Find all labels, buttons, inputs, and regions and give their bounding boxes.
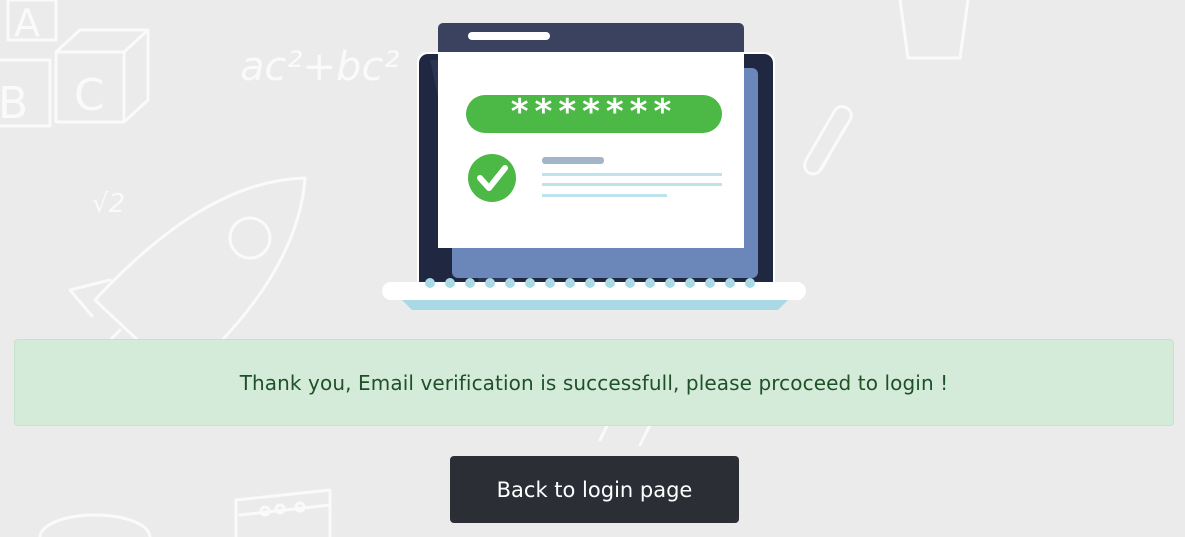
password-mask-text: ******* — [511, 92, 677, 132]
success-message: Thank you, Email verification is success… — [239, 370, 949, 395]
back-to-login-button[interactable]: Back to login page — [450, 456, 739, 523]
sqrt-doodle-icon: √2 — [92, 189, 125, 219]
paperclip-icon — [803, 105, 853, 176]
block-letter-a: A — [14, 1, 40, 45]
abacus-icon — [234, 488, 332, 537]
block-letter-b: B — [0, 78, 28, 129]
block-letter-c: C — [74, 70, 105, 121]
email-verified-illustration: ******* — [382, 23, 806, 310]
formula-doodle-icon: ac²+bc² — [240, 44, 399, 90]
cup-icon — [898, 0, 970, 60]
check-circle-icon — [468, 154, 516, 202]
success-alert: Thank you, Email verification is success… — [14, 339, 1174, 426]
